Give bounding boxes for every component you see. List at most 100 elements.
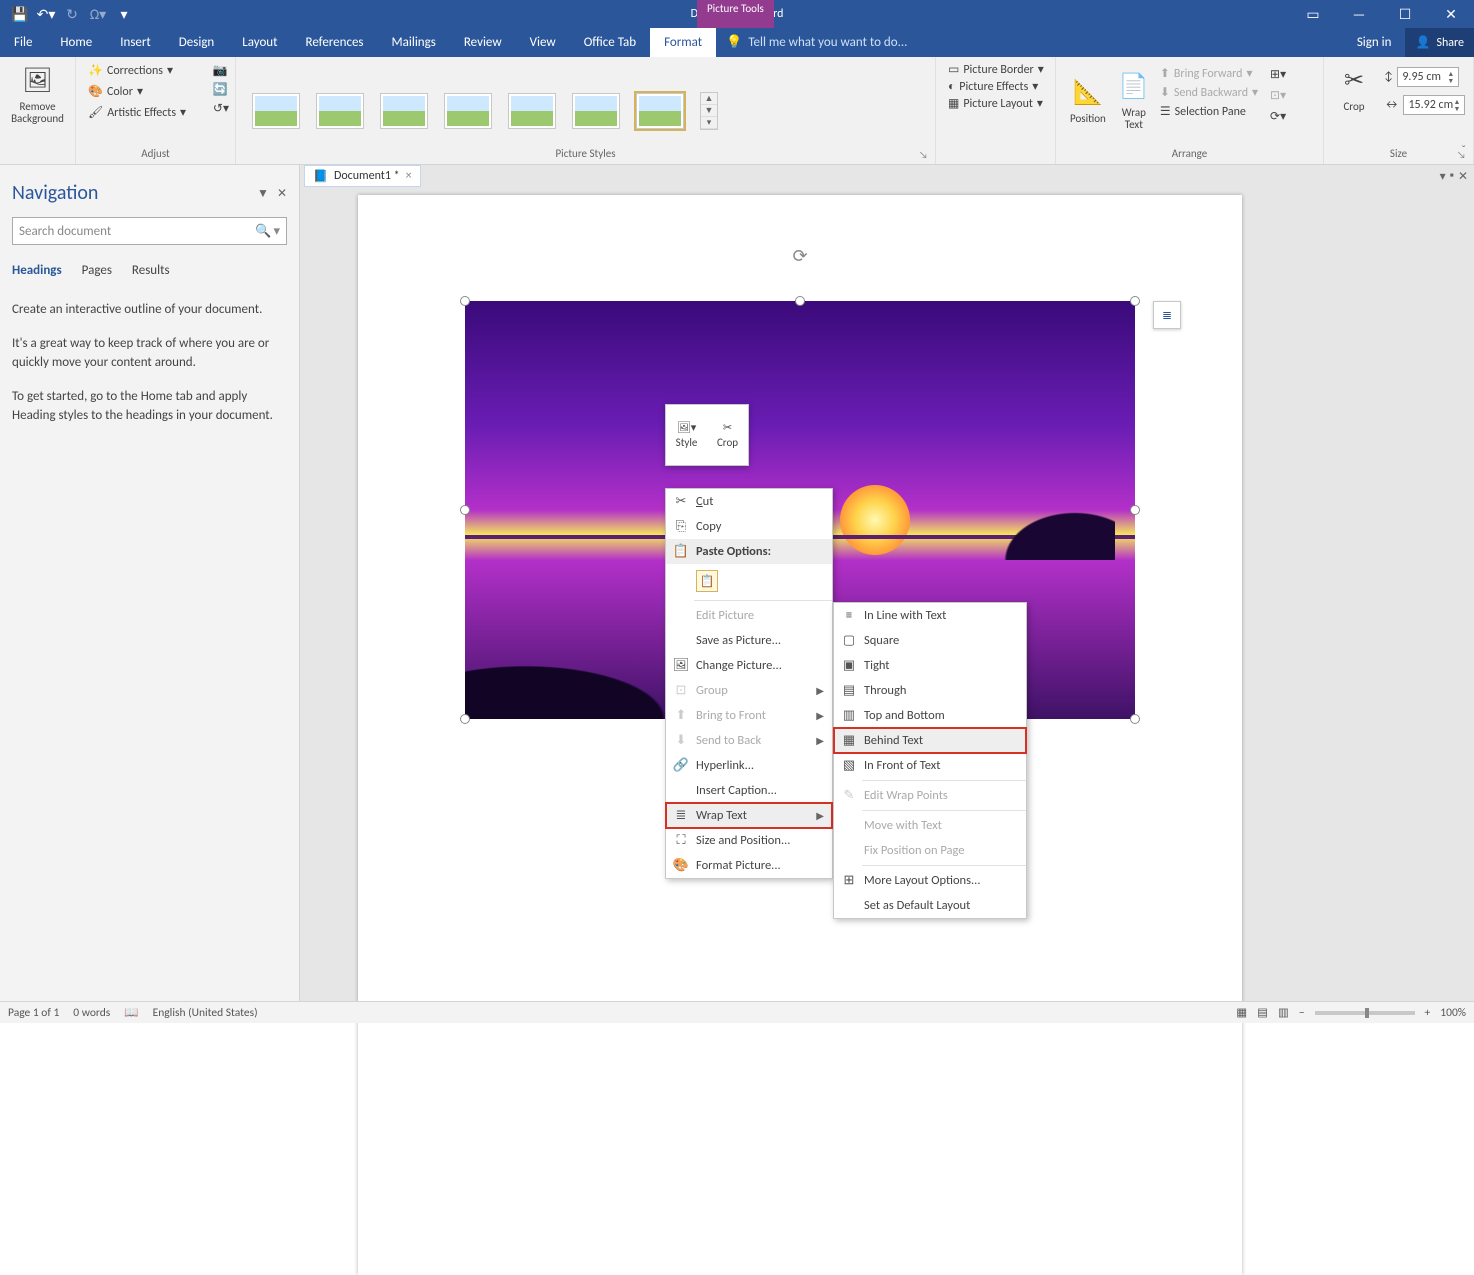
wrap-set-default[interactable]: Set as Default Layout <box>834 893 1026 918</box>
ctx-hyperlink[interactable]: 🔗Hyperlink... <box>666 753 832 778</box>
tab-close-all-icon[interactable]: ✕ <box>1458 169 1468 184</box>
wrap-in-front[interactable]: ▧In Front of Text <box>834 753 1026 778</box>
ctx-copy[interactable]: ⎘Copy <box>666 514 832 539</box>
change-picture-icon[interactable]: 🔄 <box>213 82 229 97</box>
corrections-button[interactable]: ✨Corrections▾ <box>84 61 227 80</box>
resize-handle[interactable] <box>1130 296 1140 306</box>
read-mode-icon[interactable]: ▦ <box>1236 1005 1247 1020</box>
ctx-format-picture[interactable]: 🎨Format Picture... <box>666 853 832 878</box>
web-layout-icon[interactable]: ▥ <box>1278 1005 1289 1020</box>
tab-layout[interactable]: Layout <box>228 28 291 57</box>
tab-home[interactable]: Home <box>46 28 106 57</box>
document-tab[interactable]: 📘 Document1 * × <box>304 165 421 187</box>
crop-button[interactable]: ✂Crop <box>1332 61 1376 117</box>
close-icon[interactable]: ✕ <box>1428 0 1474 28</box>
style-thumb[interactable] <box>444 93 492 129</box>
send-backward-button[interactable]: ⬇Send Backward▾ <box>1156 84 1262 101</box>
ctx-change-picture[interactable]: 🖼Change Picture... <box>666 653 832 678</box>
wrap-top-bottom[interactable]: ▥Top and Bottom <box>834 703 1026 728</box>
style-thumb-selected[interactable] <box>636 93 684 129</box>
bring-forward-button[interactable]: ⬆Bring Forward▾ <box>1156 65 1262 82</box>
wrap-text-button[interactable]: 📄Wrap Text <box>1112 61 1156 141</box>
wrap-inline[interactable]: ≡In Line with Text <box>834 603 1026 628</box>
maximize-icon[interactable]: ☐ <box>1382 0 1428 28</box>
tab-review[interactable]: Review <box>450 28 516 57</box>
nav-close-icon[interactable]: ✕ <box>277 186 287 201</box>
ctx-paste-option[interactable]: 📋 <box>666 564 832 598</box>
resize-handle[interactable] <box>1130 714 1140 724</box>
nav-tab-results[interactable]: Results <box>132 263 170 278</box>
tab-insert[interactable]: Insert <box>106 28 165 57</box>
mini-crop-button[interactable]: ✂Crop <box>707 405 748 465</box>
wrap-square[interactable]: ▢Square <box>834 628 1026 653</box>
resize-handle[interactable] <box>460 714 470 724</box>
sign-in-button[interactable]: Sign in <box>1343 28 1406 57</box>
picture-styles-gallery[interactable]: ▲▼▾ <box>244 61 927 160</box>
omega-icon[interactable]: Ω▾ <box>86 2 110 26</box>
zoom-slider[interactable] <box>1315 1011 1415 1015</box>
zoom-out-icon[interactable]: − <box>1299 1006 1305 1020</box>
style-thumb[interactable] <box>572 93 620 129</box>
ctx-save-as-picture[interactable]: Save as Picture... <box>666 628 832 653</box>
group-icon[interactable]: ⊡▾ <box>1270 88 1286 103</box>
wrap-more-options[interactable]: ⊞More Layout Options... <box>834 868 1026 893</box>
ctx-wrap-text[interactable]: ≣Wrap Text▶ <box>666 803 832 828</box>
selection-pane-button[interactable]: ☰Selection Pane <box>1156 103 1262 120</box>
save-icon[interactable]: 💾 <box>8 2 32 26</box>
resize-handle[interactable] <box>460 505 470 515</box>
tab-office-tab[interactable]: Office Tab <box>570 28 650 57</box>
proofing-icon[interactable]: 📖 <box>124 1005 138 1020</box>
zoom-in-icon[interactable]: + <box>1425 1006 1431 1020</box>
color-button[interactable]: 🎨Color▾ <box>84 82 227 101</box>
wrap-behind-text[interactable]: ▦Behind Text <box>834 728 1026 753</box>
word-count[interactable]: 0 words <box>73 1006 110 1020</box>
undo-icon[interactable]: ↶▾ <box>34 2 58 26</box>
ctx-cut[interactable]: ✂CuCutt <box>666 489 832 514</box>
mini-style-button[interactable]: 🖼▾Style <box>666 405 707 465</box>
page-indicator[interactable]: Page 1 of 1 <box>8 1006 59 1020</box>
resize-handle[interactable] <box>795 296 805 306</box>
tell-me-search[interactable]: 💡Tell me what you want to do... <box>716 28 917 57</box>
picture-styles-launcher-icon[interactable]: ↘ <box>919 148 931 160</box>
gallery-more-button[interactable]: ▲▼▾ <box>700 92 718 130</box>
search-icon[interactable]: 🔍 <box>255 224 271 239</box>
wrap-tight[interactable]: ▣Tight <box>834 653 1026 678</box>
ribbon-display-icon[interactable]: ▭ <box>1290 0 1336 28</box>
wrap-through[interactable]: ▤Through <box>834 678 1026 703</box>
rotation-handle-icon[interactable]: ⟳ <box>792 245 807 267</box>
tab-options-icon[interactable]: ▾ <box>1440 169 1446 184</box>
rotate-icon[interactable]: ⟳▾ <box>1270 109 1286 124</box>
tab-mailings[interactable]: Mailings <box>378 28 450 57</box>
tab-references[interactable]: References <box>292 28 378 57</box>
style-thumb[interactable] <box>380 93 428 129</box>
picture-border-button[interactable]: ▭Picture Border▾ <box>944 61 1047 78</box>
reset-picture-icon[interactable]: ↺▾ <box>213 101 229 116</box>
width-field[interactable]: ↔15.92 cm▲▼ <box>1384 95 1465 115</box>
language-indicator[interactable]: English (United States) <box>153 1006 258 1020</box>
tab-file[interactable]: File <box>0 28 46 57</box>
style-thumb[interactable] <box>316 93 364 129</box>
picture-layout-button[interactable]: ▦Picture Layout▾ <box>944 95 1047 112</box>
layout-options-button[interactable]: ≣ <box>1153 301 1181 329</box>
minimize-icon[interactable]: — <box>1336 0 1382 28</box>
resize-handle[interactable] <box>460 296 470 306</box>
resize-handle[interactable] <box>1130 505 1140 515</box>
style-thumb[interactable] <box>508 93 556 129</box>
tab-design[interactable]: Design <box>165 28 228 57</box>
tab-view[interactable]: View <box>516 28 570 57</box>
ctx-insert-caption[interactable]: Insert Caption... <box>666 778 832 803</box>
align-icon[interactable]: ⊞▾ <box>1270 67 1286 82</box>
ctx-size-position[interactable]: ⛶Size and Position... <box>666 828 832 853</box>
position-button[interactable]: 📐Position <box>1064 61 1112 141</box>
redo-icon[interactable]: ↻ <box>60 2 84 26</box>
height-field[interactable]: ↕9.95 cm▲▼ <box>1384 67 1465 87</box>
style-thumb[interactable] <box>252 93 300 129</box>
picture-effects-button[interactable]: ◐Picture Effects▾ <box>944 78 1047 95</box>
search-document-input[interactable]: Search document 🔍▾ <box>12 217 287 245</box>
print-layout-icon[interactable]: ▤ <box>1257 1005 1268 1020</box>
qat-more-icon[interactable]: ▾ <box>112 2 136 26</box>
zoom-level[interactable]: 100% <box>1440 1006 1466 1020</box>
artistic-effects-button[interactable]: 🖌Artistic Effects▾ <box>84 103 227 122</box>
compress-pictures-icon[interactable]: 📷 <box>213 63 229 78</box>
close-tab-icon[interactable]: × <box>406 169 412 183</box>
